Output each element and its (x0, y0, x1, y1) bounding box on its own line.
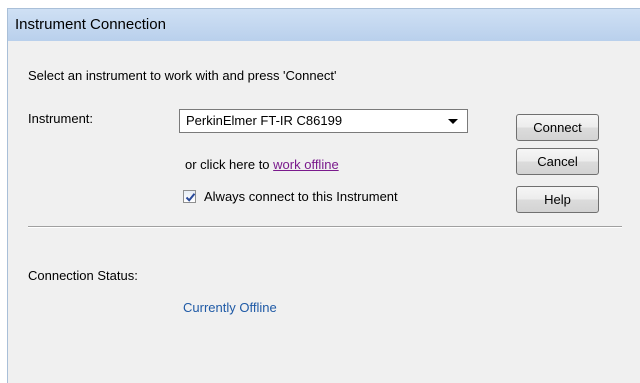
always-connect-label[interactable]: Always connect to this Instrument (204, 189, 398, 204)
instrument-label: Instrument: (28, 111, 94, 126)
work-offline-link[interactable]: work offline (273, 157, 339, 172)
work-offline-prefix: or click here to (185, 157, 274, 172)
help-button[interactable]: Help (516, 186, 599, 213)
instrument-connection-dialog: Instrument Connection Select an instrume… (0, 0, 640, 383)
instrument-select-value: PerkinElmer FT-IR C86199 (186, 113, 343, 128)
connection-status-label: Connection Status: (28, 268, 138, 283)
connection-status-value: Currently Offline (183, 300, 277, 315)
connect-button[interactable]: Connect (516, 114, 599, 141)
dialog-body: Select an instrument to work with and pr… (7, 41, 640, 383)
instrument-select[interactable]: PerkinElmer FT-IR C86199 (179, 109, 468, 133)
work-offline-row: or click here to work offline (185, 157, 339, 172)
divider (28, 226, 622, 228)
window-title: Instrument Connection (15, 16, 166, 33)
cancel-button[interactable]: Cancel (516, 148, 599, 175)
chevron-down-icon[interactable] (448, 119, 458, 124)
title-bar: Instrument Connection (7, 8, 640, 41)
checkmark-icon (185, 193, 196, 202)
instruction-text: Select an instrument to work with and pr… (28, 68, 337, 83)
always-connect-checkbox[interactable] (183, 190, 196, 203)
